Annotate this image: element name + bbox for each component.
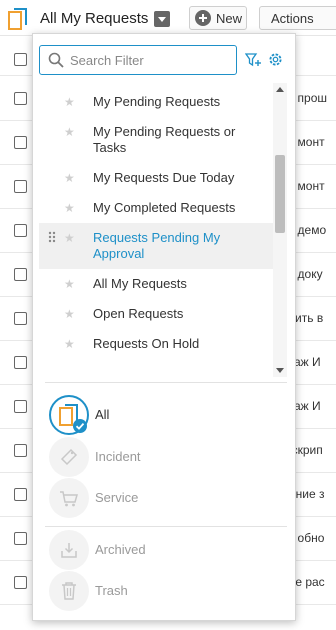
row-checkbox[interactable]: [14, 356, 27, 369]
category-all[interactable]: All: [49, 395, 269, 435]
category-label: Trash: [95, 583, 128, 598]
category-trash[interactable]: Trash: [49, 571, 269, 611]
drag-handle-icon[interactable]: [48, 231, 56, 243]
row-checkbox[interactable]: [14, 312, 27, 325]
filter-item[interactable]: ★ My Requests Due Today: [39, 163, 279, 193]
divider: [45, 526, 287, 527]
select-all-checkbox[interactable]: [14, 53, 27, 66]
row-checkbox[interactable]: [14, 488, 27, 501]
archive-icon: [61, 543, 77, 558]
star-icon[interactable]: ★: [64, 95, 75, 109]
trash-icon: [62, 582, 76, 600]
scroll-down-arrow-icon[interactable]: [276, 368, 284, 373]
filter-item-label: Open Requests: [93, 306, 184, 321]
category-label: Service: [95, 490, 139, 505]
star-icon[interactable]: ★: [64, 125, 75, 139]
category-label: Incident: [95, 449, 141, 464]
search-icon: [48, 52, 64, 68]
actions-button-label: Actions: [271, 11, 314, 26]
scrollbar-thumb[interactable]: [275, 155, 285, 233]
filter-item-label: My Requests Due Today: [93, 170, 235, 185]
view-selector-dropdown: ★ My Pending Requests ★ My Pending Reque…: [32, 33, 296, 621]
category-archived[interactable]: Archived: [49, 530, 269, 570]
star-icon[interactable]: ★: [64, 337, 75, 351]
filter-item[interactable]: ★ My Pending Requests or Tasks: [39, 117, 279, 163]
category-service[interactable]: Service: [49, 478, 269, 518]
requests-app-icon[interactable]: [8, 8, 28, 30]
star-icon[interactable]: ★: [64, 307, 75, 321]
row-checkbox[interactable]: [14, 180, 27, 193]
actions-button[interactable]: Actions: [259, 6, 336, 30]
incident-ticket-icon: [60, 448, 78, 466]
row-checkbox[interactable]: [14, 224, 27, 237]
filter-item-label: Requests On Hold: [93, 336, 200, 351]
row-checkbox[interactable]: [14, 532, 27, 545]
view-title[interactable]: All My Requests: [40, 10, 148, 27]
top-toolbar: All My Requests New Actions: [0, 0, 336, 36]
add-filter-icon[interactable]: [245, 52, 261, 68]
row-checkbox[interactable]: [14, 444, 27, 457]
gear-icon[interactable]: [267, 51, 284, 68]
filter-item-label: My Pending Requests or Tasks: [93, 124, 236, 155]
filter-item-label: My Pending Requests: [93, 94, 221, 109]
new-button-label: New: [216, 11, 243, 26]
filter-item-label: Requests Pending My Approval: [93, 230, 221, 261]
category-label: All: [95, 407, 110, 422]
category-label: Archived: [95, 542, 146, 557]
filter-item[interactable]: ★ All My Requests: [39, 269, 279, 299]
row-checkbox[interactable]: [14, 268, 27, 281]
filter-item-label: All My Requests: [93, 276, 187, 291]
filter-item-selected[interactable]: ★ Requests Pending My Approval: [39, 223, 279, 269]
star-icon[interactable]: ★: [64, 231, 75, 245]
filter-item[interactable]: ★ My Pending Requests: [39, 87, 279, 117]
selected-check-icon: [73, 419, 87, 433]
category-incident[interactable]: Incident: [49, 437, 269, 477]
divider: [45, 382, 287, 383]
star-icon[interactable]: ★: [64, 201, 75, 215]
scroll-up-arrow-icon[interactable]: [276, 87, 284, 92]
row-checkbox[interactable]: [14, 136, 27, 149]
star-icon[interactable]: ★: [64, 171, 75, 185]
row-checkbox[interactable]: [14, 92, 27, 105]
plus-icon: [195, 10, 211, 26]
filter-item[interactable]: ★ Requests On Hold: [39, 329, 279, 359]
search-input[interactable]: [70, 50, 230, 70]
shopping-cart-icon: [60, 491, 78, 507]
filter-item[interactable]: ★ My Completed Requests: [39, 193, 279, 223]
new-button[interactable]: New: [189, 6, 247, 30]
search-box[interactable]: [39, 45, 237, 75]
filter-item-label: My Completed Requests: [93, 200, 236, 215]
filter-list[interactable]: ★ My Pending Requests ★ My Pending Reque…: [39, 83, 287, 379]
row-checkbox[interactable]: [14, 400, 27, 413]
filter-item[interactable]: ★ Open Requests: [39, 299, 279, 329]
filter-list-scrollbar[interactable]: [273, 83, 287, 377]
row-checkbox[interactable]: [14, 576, 27, 589]
star-icon[interactable]: ★: [64, 277, 75, 291]
view-dropdown-button[interactable]: [154, 11, 170, 27]
